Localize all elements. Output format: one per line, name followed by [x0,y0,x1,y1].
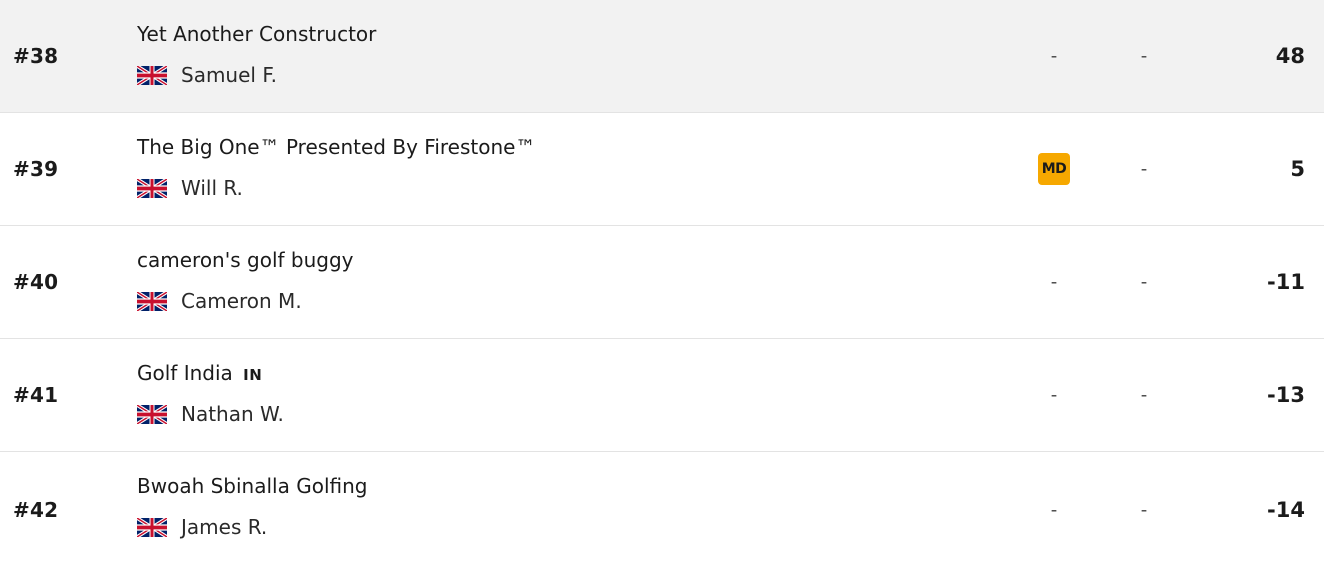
chip-value: - [1050,271,1058,293]
rank: #38 [13,44,59,68]
leaderboard-row[interactable]: #40 cameron's golf buggy Cameron M. - - … [0,226,1324,339]
transfers-value: - [1140,45,1148,67]
uk-flag-icon [137,178,167,198]
uk-flag-icon [137,404,167,424]
leaderboard: #38 Yet Another Constructor Samuel F. - … [0,0,1324,568]
manager-name: James R. [181,515,268,539]
rank: #40 [13,270,59,294]
manager: Will R. [137,176,243,200]
rank: #41 [13,383,59,407]
points: 5 [1290,157,1305,181]
transfers-value: - [1140,158,1148,180]
manager: Samuel F. [137,63,277,87]
manager: Nathan W. [137,402,284,426]
team-name[interactable]: cameron's golf buggy [137,248,354,272]
rank: #42 [13,497,59,522]
leaderboard-row[interactable]: #41 Golf India IN Nathan W. - - -13 [0,339,1324,452]
transfers-value: - [1140,384,1148,406]
manager-name: Nathan W. [181,402,284,426]
uk-flag-icon [137,65,167,85]
rank: #39 [13,157,59,181]
chip-value: MD [1038,153,1070,185]
team-name[interactable]: Golf India IN [137,361,262,385]
team-tag: IN [243,366,263,384]
manager-name: Will R. [181,176,243,200]
leaderboard-row[interactable]: #42 Bwoah Sbinalla Golfing James R. - - … [0,452,1324,567]
manager-name: Samuel F. [181,63,277,87]
manager-name: Cameron M. [181,289,302,313]
team-name-text: Bwoah Sbinalla Golfing [137,474,368,498]
points: -13 [1267,383,1305,407]
transfers-value: - [1140,271,1148,293]
uk-flag-icon [137,517,167,537]
points: -14 [1267,497,1305,522]
chip-value: - [1050,384,1058,406]
md-chip-badge[interactable]: MD [1038,153,1070,185]
chip-value: - [1050,45,1058,67]
team-name[interactable]: The Big One™ Presented By Firestone™ [137,135,535,159]
team-name[interactable]: Bwoah Sbinalla Golfing [137,474,367,498]
team-name-text: Golf India [137,361,233,385]
manager: Cameron M. [137,289,302,313]
leaderboard-row[interactable]: #38 Yet Another Constructor Samuel F. - … [0,0,1324,113]
team-name-text: cameron's golf buggy [137,248,354,272]
uk-flag-icon [137,291,167,311]
manager: James R. [137,515,267,539]
team-name-text: Yet Another Constructor [137,22,377,46]
points: -11 [1267,270,1305,294]
points: 48 [1275,44,1305,68]
chip-value: - [1050,499,1058,520]
team-name[interactable]: Yet Another Constructor [137,22,376,46]
leaderboard-row[interactable]: #39 The Big One™ Presented By Firestone™… [0,113,1324,226]
transfers-value: - [1140,499,1148,520]
team-name-text: The Big One™ Presented By Firestone™ [137,135,536,159]
